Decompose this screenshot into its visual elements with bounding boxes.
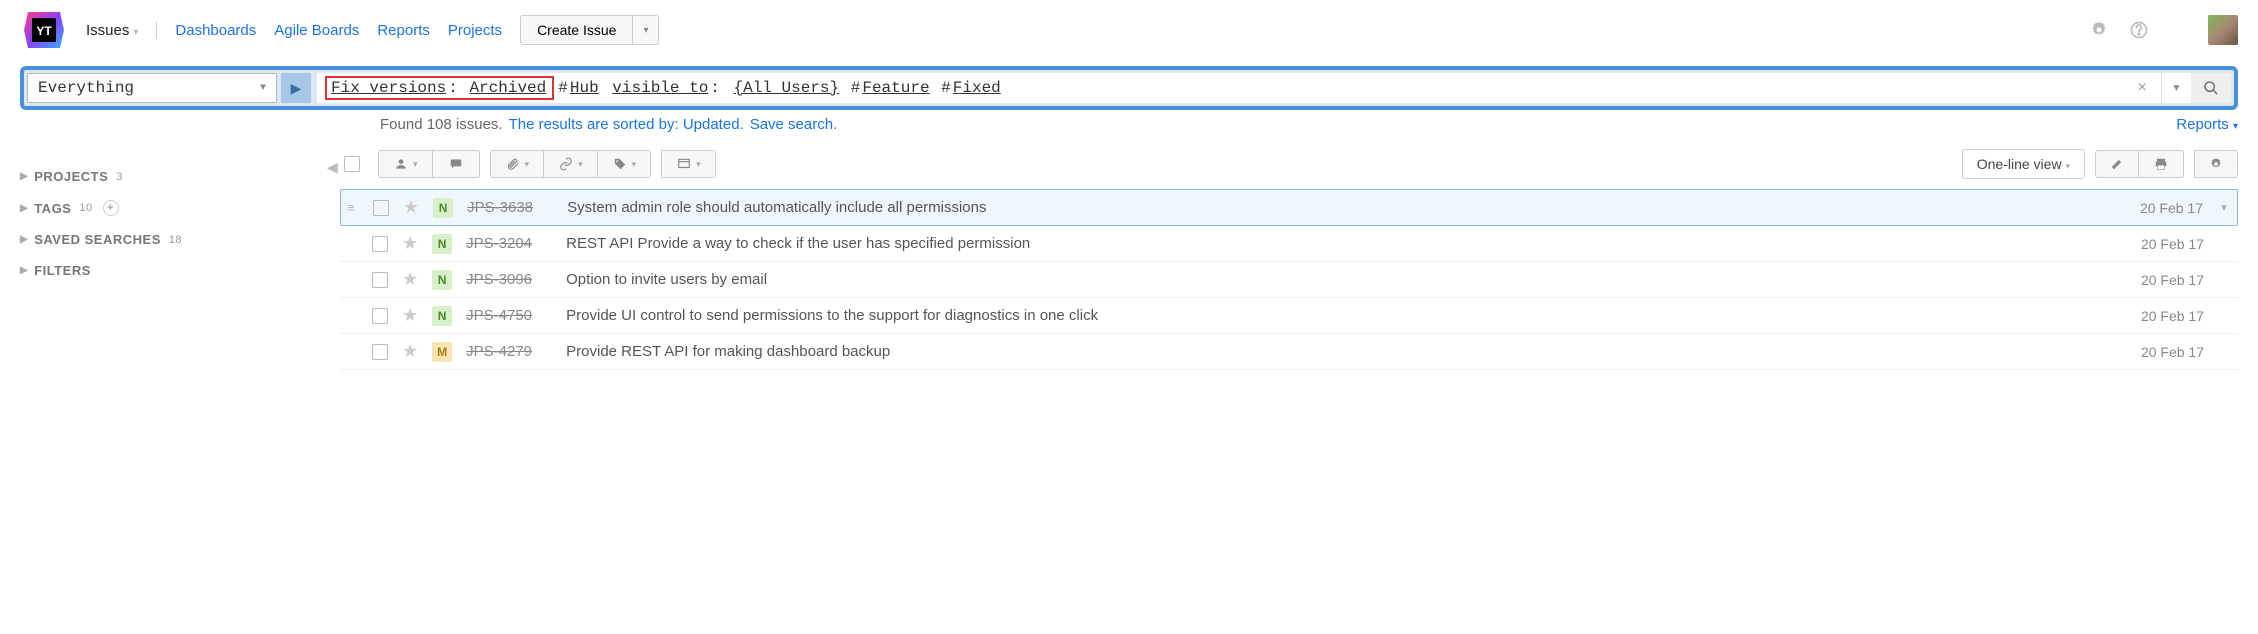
- comment-button[interactable]: [433, 150, 480, 178]
- caret-right-icon: ▶: [20, 203, 28, 214]
- link-button[interactable]: ▾: [544, 150, 598, 178]
- priority-badge: M: [432, 342, 452, 362]
- search-query-input[interactable]: Fix versions: Archived #Hub visible to: …: [317, 73, 2161, 103]
- tag-button[interactable]: ▾: [598, 150, 652, 178]
- create-issue-dropdown[interactable]: ▾: [633, 15, 659, 45]
- nav-agile-boards[interactable]: Agile Boards: [274, 22, 359, 39]
- issue-date: 20 Feb 17: [2141, 344, 2204, 360]
- star-icon[interactable]: ★: [402, 269, 418, 290]
- found-count: Found 108 issues.: [380, 116, 503, 133]
- create-issue-main[interactable]: Create Issue: [520, 15, 633, 45]
- expand-icon[interactable]: ▾: [2217, 201, 2231, 214]
- issue-row[interactable]: ★ N JPS-3096 Option to invite users by emai…: [340, 262, 2238, 298]
- nav-reports[interactable]: Reports: [377, 22, 430, 39]
- star-icon[interactable]: ★: [403, 197, 419, 218]
- issue-summary[interactable]: Option to invite users by email: [566, 271, 2127, 288]
- save-search-link[interactable]: Save search.: [750, 116, 838, 133]
- window-button[interactable]: ▾: [661, 150, 716, 178]
- issue-id[interactable]: JPS-3096: [466, 271, 552, 288]
- issue-toolbar: ▾ ▾ ▾ ▾ ▾ One-line view ▾: [340, 143, 2238, 189]
- apps-grid-icon[interactable]: [2168, 19, 2190, 41]
- drag-handle-icon[interactable]: ≡: [347, 200, 359, 215]
- priority-badge: N: [433, 198, 453, 218]
- issue-row[interactable]: ★ N JPS-3204 REST API Provide a way to chec…: [340, 226, 2238, 262]
- assignee-button[interactable]: ▾: [378, 150, 433, 178]
- result-summary: Found 108 issues. The results are sorted…: [0, 110, 2258, 143]
- issue-date: 20 Feb 17: [2141, 272, 2204, 288]
- caret-right-icon: ▶: [20, 265, 28, 276]
- issue-row[interactable]: ★ N JPS-4750 Provide UI control to send per…: [340, 298, 2238, 334]
- issue-id[interactable]: JPS-4750: [466, 307, 552, 324]
- sidebar-projects[interactable]: ▶ PROJECTS3: [20, 161, 330, 192]
- add-tag-icon[interactable]: +: [103, 200, 119, 216]
- search-bar: Everything ▼ ▶ Fix versions: Archived #H…: [20, 66, 2238, 110]
- top-nav: YT Issues▾ Dashboards Agile Boards Repor…: [0, 0, 2258, 66]
- sidebar-collapse-icon[interactable]: ◀: [327, 159, 338, 176]
- row-checkbox[interactable]: [373, 200, 389, 216]
- star-icon[interactable]: ★: [402, 305, 418, 326]
- issue-rows: ≡ ★ N JPS-3638 System admin role should auto…: [340, 189, 2238, 370]
- caret-right-icon: ▶: [20, 234, 28, 245]
- sidebar-tags[interactable]: ▶ TAGS10 +: [20, 192, 330, 224]
- star-icon[interactable]: ★: [402, 233, 418, 254]
- issue-date: 20 Feb 17: [2140, 200, 2203, 216]
- issue-summary[interactable]: Provide REST API for making dashboard ba…: [566, 343, 2127, 360]
- reports-link[interactable]: Reports ▾: [2176, 116, 2238, 133]
- issue-summary[interactable]: System admin role should automatically i…: [567, 199, 2126, 216]
- issue-date: 20 Feb 17: [2141, 236, 2204, 252]
- settings-gear-icon[interactable]: [2088, 19, 2110, 41]
- help-icon[interactable]: [2128, 19, 2150, 41]
- issue-summary[interactable]: Provide UI control to send permissions t…: [566, 307, 2127, 324]
- sidebar-filters[interactable]: ▶ FILTERS: [20, 255, 330, 286]
- row-checkbox[interactable]: [372, 308, 388, 324]
- clear-search-icon[interactable]: ×: [2131, 79, 2153, 97]
- priority-badge: N: [432, 306, 452, 326]
- search-context-value: Everything: [38, 79, 134, 97]
- issue-summary[interactable]: REST API Provide a way to check if the u…: [566, 235, 2127, 252]
- row-checkbox[interactable]: [372, 272, 388, 288]
- attach-button[interactable]: ▾: [490, 150, 545, 178]
- row-checkbox[interactable]: [372, 344, 388, 360]
- issue-id[interactable]: JPS-3204: [466, 235, 552, 252]
- nav-dashboards[interactable]: Dashboards: [175, 22, 256, 39]
- search-history-dropdown[interactable]: ▼: [2161, 73, 2191, 103]
- select-all-checkbox[interactable]: [344, 156, 360, 172]
- row-checkbox[interactable]: [372, 236, 388, 252]
- issue-list-panel: ▾ ▾ ▾ ▾ ▾ One-line view ▾ ≡ ★ N JPS-3638 Sys…: [340, 143, 2238, 370]
- caret-right-icon: ▶: [20, 171, 28, 182]
- nav-projects[interactable]: Projects: [448, 22, 502, 39]
- user-avatar[interactable]: [2208, 15, 2238, 45]
- svg-text:YT: YT: [36, 24, 52, 38]
- search-context-dropdown[interactable]: Everything ▼: [27, 73, 277, 103]
- issue-id[interactable]: JPS-3638: [467, 199, 553, 216]
- create-issue-button[interactable]: Create Issue ▾: [520, 15, 659, 45]
- priority-badge: N: [432, 270, 452, 290]
- sidebar-saved-searches[interactable]: ▶ SAVED SEARCHES18: [20, 224, 330, 255]
- issue-id[interactable]: JPS-4279: [466, 343, 552, 360]
- sort-link[interactable]: The results are sorted by: Updated.: [509, 116, 744, 133]
- issue-row[interactable]: ≡ ★ N JPS-3638 System admin role should auto…: [340, 189, 2238, 226]
- search-submit-button[interactable]: [2191, 73, 2231, 103]
- search-context-go[interactable]: ▶: [281, 73, 311, 103]
- chevron-down-icon: ▼: [260, 83, 266, 94]
- query-highlighted-segment: Fix versions: Archived: [325, 76, 554, 100]
- view-mode-dropdown[interactable]: One-line view ▾: [1962, 149, 2085, 179]
- priority-badge: N: [432, 234, 452, 254]
- issue-date: 20 Feb 17: [2141, 308, 2204, 324]
- star-icon[interactable]: ★: [402, 341, 418, 362]
- print-button[interactable]: [2139, 150, 2184, 178]
- sidebar: ◀ ▶ PROJECTS3 ▶ TAGS10 + ▶ SAVED SEARCHE…: [20, 143, 330, 370]
- settings-button[interactable]: [2194, 150, 2238, 178]
- nav-issues[interactable]: Issues▾: [86, 22, 157, 39]
- issue-row[interactable]: ★ M JPS-4279 Provide REST API for making da…: [340, 334, 2238, 370]
- youtrack-logo[interactable]: YT: [20, 6, 68, 54]
- edit-button[interactable]: [2095, 150, 2139, 178]
